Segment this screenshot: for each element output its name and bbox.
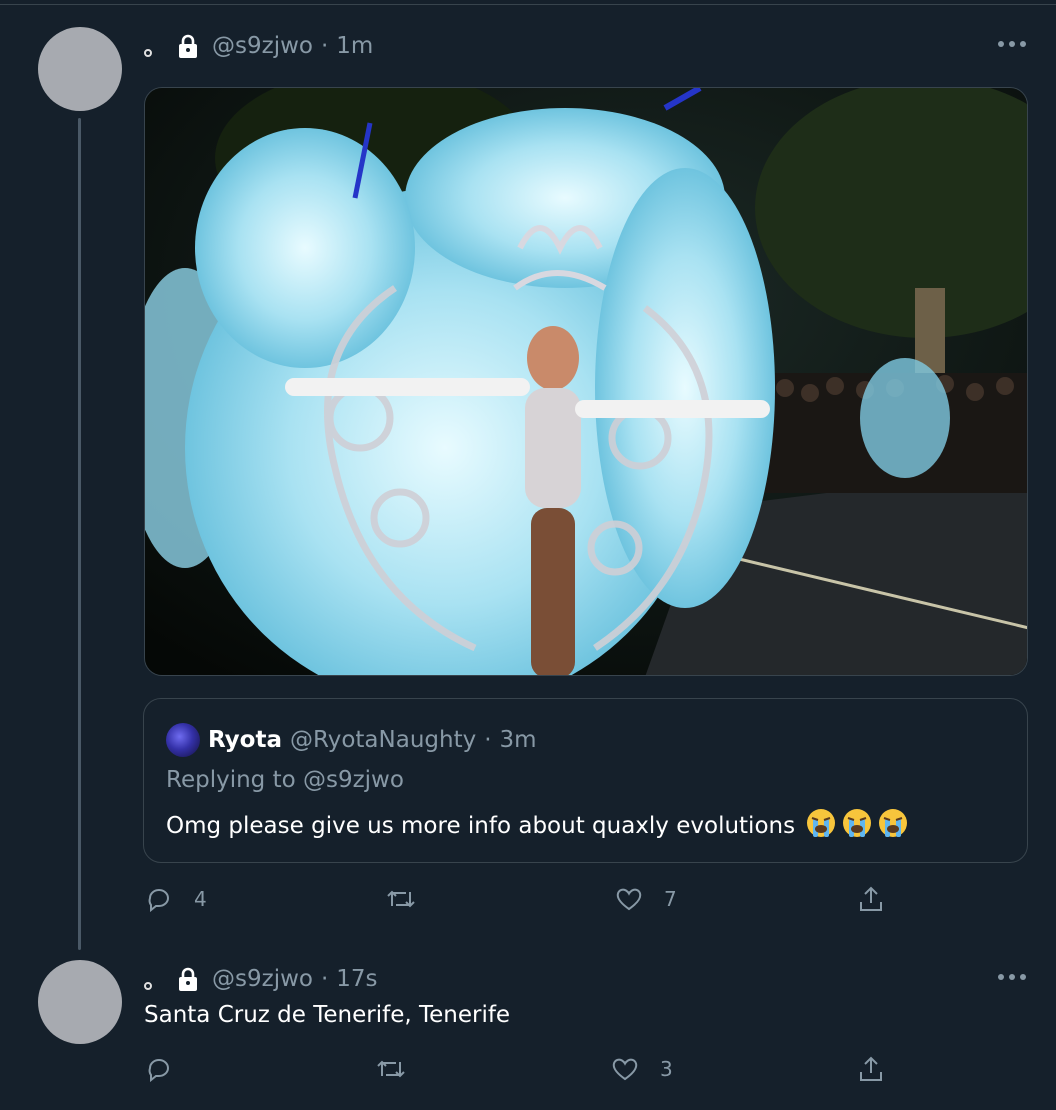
like-count: 7 [664, 887, 677, 911]
author-handle[interactable]: @s9zjwo [212, 966, 313, 992]
reply-icon [148, 1059, 169, 1083]
replying-to-label: Replying to @s9zjwo [166, 767, 404, 793]
like-button[interactable]: 7 [614, 884, 677, 914]
author-avatar[interactable] [38, 960, 122, 1044]
quoted-header-separator: · [484, 727, 492, 753]
like-count: 3 [660, 1057, 673, 1081]
retweet-button[interactable] [384, 884, 438, 914]
share-button[interactable] [856, 884, 886, 914]
reply-button[interactable]: 4 [144, 884, 207, 914]
author-handle[interactable]: @s9zjwo [212, 33, 313, 59]
retweet-button[interactable] [374, 1054, 428, 1084]
tweet-actions: 4 7 [144, 884, 904, 924]
quoted-tweet[interactable]: Ryota @RyotaNaughty · 3m Replying to @s9… [143, 698, 1028, 863]
share-button[interactable] [856, 1054, 886, 1084]
top-divider [0, 4, 1056, 5]
tweet-text: Santa Cruz de Tenerife, Tenerife [144, 1002, 511, 1028]
more-options-icon[interactable] [998, 39, 1026, 49]
lock-icon [174, 965, 202, 993]
loudly-crying-face-icon [805, 807, 837, 845]
tweet-header: @s9zjwo · 17s [144, 962, 378, 996]
quoted-tweet-timestamp[interactable]: 3m [500, 727, 537, 753]
quoted-tweet-header: Ryota @RyotaNaughty · 3m [166, 723, 537, 757]
retweet-icon [377, 1060, 405, 1078]
heart-icon [616, 888, 642, 911]
quoted-author-name[interactable]: Ryota [208, 727, 282, 753]
reply-button[interactable] [144, 1054, 194, 1084]
heart-icon [612, 1058, 638, 1081]
tweet-timestamp[interactable]: 17s [336, 966, 377, 992]
display-name-dot [144, 49, 152, 57]
reply-icon [148, 889, 169, 913]
tweet-header: @s9zjwo · 1m [144, 29, 373, 63]
quoted-author-handle[interactable]: @RyotaNaughty [290, 727, 476, 753]
quoted-tweet-text: Omg please give us more info about quaxl… [166, 807, 909, 845]
share-icon [860, 886, 882, 911]
tweet-actions: 3 [144, 1054, 904, 1094]
reply-count: 4 [194, 887, 207, 911]
display-name-dot [144, 982, 152, 990]
quoted-tweet-body: Omg please give us more info about quaxl… [166, 813, 796, 839]
carnival-photo [145, 88, 1027, 675]
tweet-timestamp[interactable]: 1m [336, 33, 373, 59]
author-avatar[interactable] [38, 27, 122, 111]
loudly-crying-face-icon [841, 807, 873, 845]
header-separator: · [320, 966, 329, 992]
loudly-crying-face-icon [877, 807, 909, 845]
tweet-media-image[interactable] [144, 87, 1028, 676]
thread-connector [78, 118, 81, 950]
like-button[interactable]: 3 [610, 1054, 673, 1084]
quoted-author-avatar[interactable] [166, 723, 200, 757]
lock-icon [174, 32, 202, 60]
retweet-icon [387, 890, 415, 908]
share-icon [860, 1056, 882, 1081]
timeline: @s9zjwo · 1m Ryota @RyotaNaughty · 3m Re… [0, 0, 1056, 1110]
header-separator: · [320, 33, 329, 59]
more-options-icon[interactable] [998, 972, 1026, 982]
